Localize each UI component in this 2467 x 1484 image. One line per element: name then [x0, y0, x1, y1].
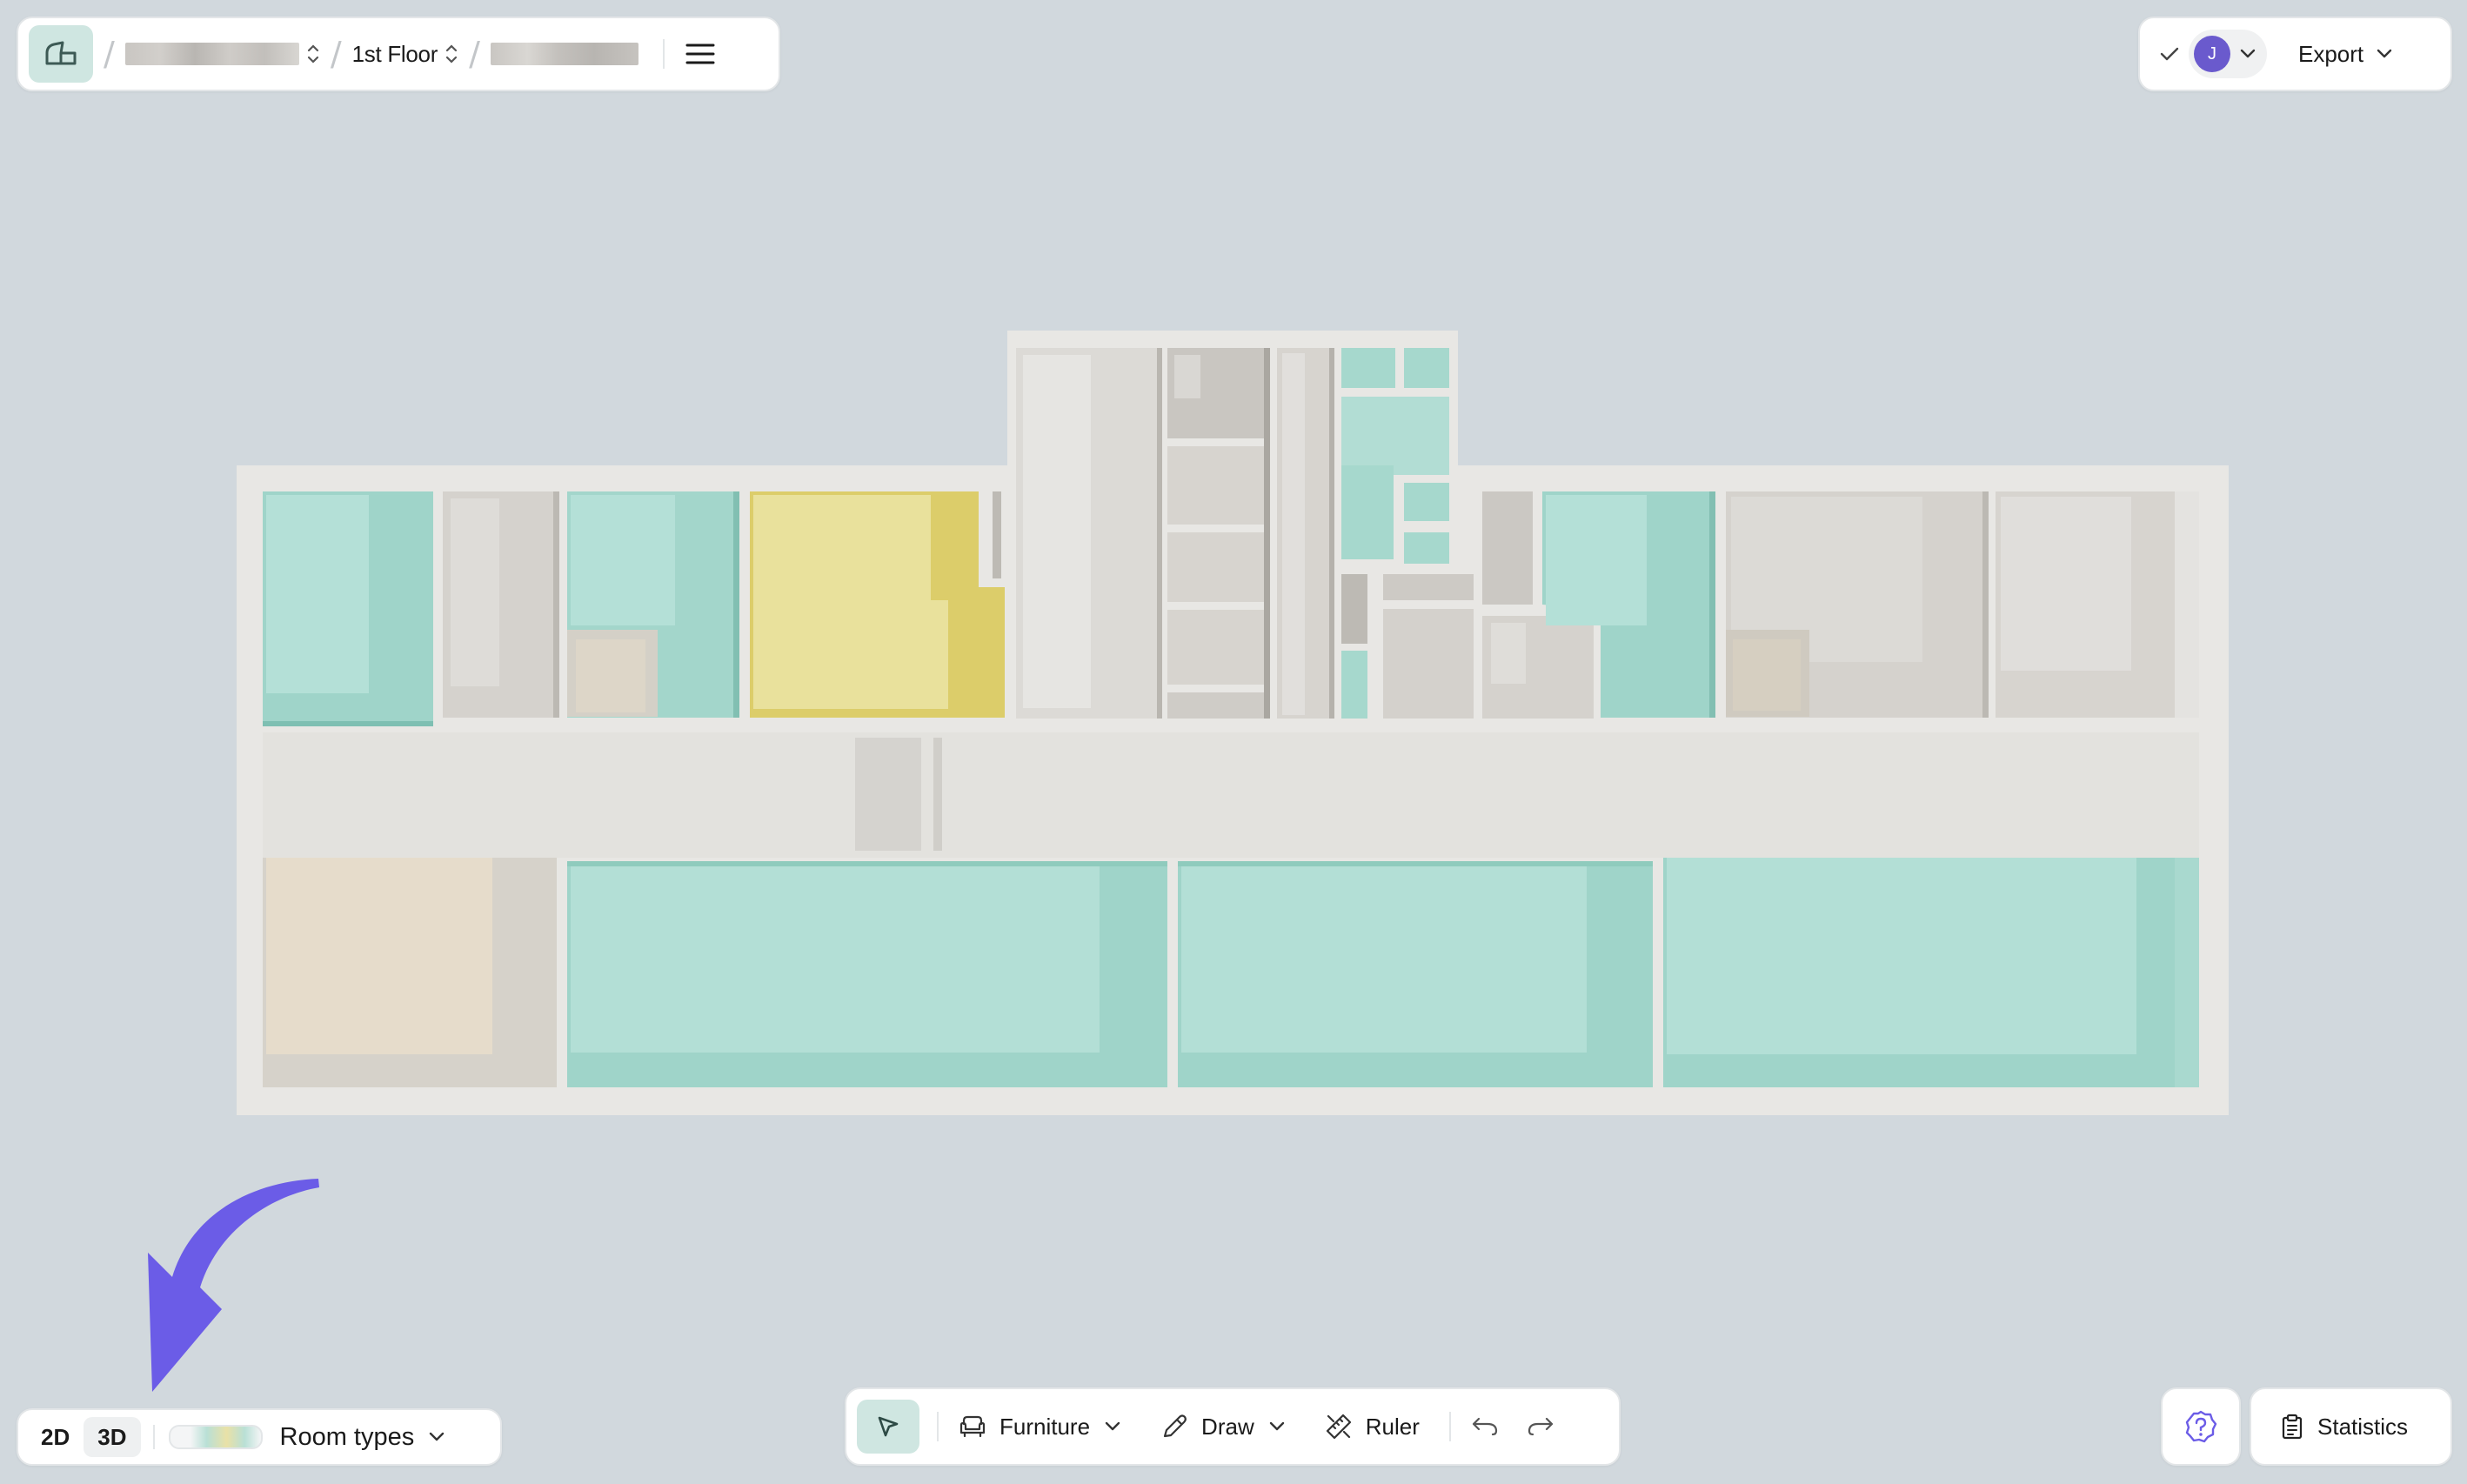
room-beige[interactable]: [263, 858, 557, 1087]
header-actions: J Export: [2138, 17, 2452, 91]
project-name-redacted: [124, 43, 299, 65]
home-button[interactable]: [29, 25, 93, 83]
chevron-down-icon: [2376, 48, 2393, 60]
divider: [1448, 1412, 1451, 1441]
tool-palette: Furniture Draw Ruler: [845, 1387, 1621, 1466]
room-grey-1[interactable]: [443, 491, 559, 718]
wall-sliver: [993, 491, 1001, 578]
room-grey-3[interactable]: [1726, 491, 1989, 718]
divider: [937, 1412, 939, 1441]
statistics-button[interactable]: Statistics: [2250, 1387, 2452, 1466]
breadcrumb-separator: /: [104, 35, 115, 73]
breadcrumb-panel: / / 1st Floor /: [17, 17, 780, 91]
corridor-wall: [933, 738, 942, 851]
corridor-shadow: [855, 738, 921, 851]
clipboard-icon: [2281, 1414, 2303, 1440]
room-types-label: Room types: [279, 1422, 415, 1451]
room-corridor[interactable]: [263, 732, 2199, 858]
draw-tool-button[interactable]: Draw: [1160, 1400, 1286, 1454]
view-3d-button[interactable]: 3D: [84, 1417, 141, 1457]
ruler-tool-button[interactable]: Ruler: [1324, 1400, 1420, 1454]
user-menu[interactable]: J: [2189, 30, 2267, 78]
chevron-down-icon: [1268, 1420, 1286, 1433]
breadcrumb-separator: /: [330, 35, 342, 73]
room-type-color-swatch: [168, 1425, 263, 1449]
room-teal-2[interactable]: [567, 491, 739, 718]
export-label: Export: [2298, 40, 2364, 67]
help-button[interactable]: [2161, 1387, 2241, 1466]
view-2d-button[interactable]: 2D: [27, 1417, 84, 1457]
breadcrumb-separator: /: [469, 35, 480, 73]
room-yellow[interactable]: [750, 491, 1005, 718]
chevron-down-icon: [1104, 1420, 1121, 1433]
cursor-arrow-icon: [875, 1414, 901, 1440]
plan-name-redacted[interactable]: [490, 43, 638, 65]
check-icon: [2159, 45, 2180, 63]
chevron-down-icon: [428, 1431, 445, 1443]
room-teal-large-3[interactable]: [1663, 858, 2199, 1087]
avatar: J: [2194, 36, 2230, 72]
chevron-up-down-icon: [445, 43, 458, 65]
statistics-label: Statistics: [2317, 1413, 2409, 1440]
floor-label: 1st Floor: [351, 40, 438, 67]
room-stack-center[interactable]: [1167, 348, 1270, 719]
room-narrow-center[interactable]: [1277, 348, 1334, 719]
chevron-down-icon: [2239, 48, 2256, 60]
furniture-tool-button[interactable]: Furniture: [958, 1400, 1121, 1454]
ruler-label: Ruler: [1365, 1413, 1420, 1440]
room-teal-1[interactable]: [263, 491, 433, 726]
export-button[interactable]: Export: [2267, 41, 2393, 68]
armchair-icon: [958, 1414, 987, 1440]
room-tall-left[interactable]: [1016, 348, 1162, 719]
undo-icon[interactable]: [1470, 1415, 1500, 1438]
hamburger-menu-icon[interactable]: [685, 43, 715, 65]
room-grey-4[interactable]: [1996, 491, 2199, 718]
chevron-up-down-icon: [306, 43, 320, 65]
floorplan-home-icon: [43, 39, 78, 69]
floor-plan-canvas[interactable]: [0, 0, 2467, 1484]
draw-label: Draw: [1201, 1413, 1254, 1440]
ruler-icon: [1324, 1412, 1354, 1441]
view-controls: 2D 3D Room types: [17, 1408, 502, 1466]
floor-selector[interactable]: 1st Floor: [352, 41, 458, 68]
furniture-label: Furniture: [1000, 1413, 1091, 1440]
redo-icon[interactable]: [1526, 1415, 1555, 1438]
annotation-arrow: [148, 1179, 319, 1392]
room-teal-large-1[interactable]: [567, 861, 1167, 1087]
select-tool-button[interactable]: [857, 1400, 919, 1454]
room-teal-large-2[interactable]: [1178, 861, 1653, 1087]
pencil-icon: [1160, 1412, 1189, 1441]
project-selector[interactable]: [124, 43, 320, 65]
divider: [152, 1425, 155, 1449]
room-types-dropdown[interactable]: Room types: [158, 1423, 446, 1452]
divider: [662, 39, 665, 69]
help-badge-icon: [2183, 1409, 2218, 1444]
